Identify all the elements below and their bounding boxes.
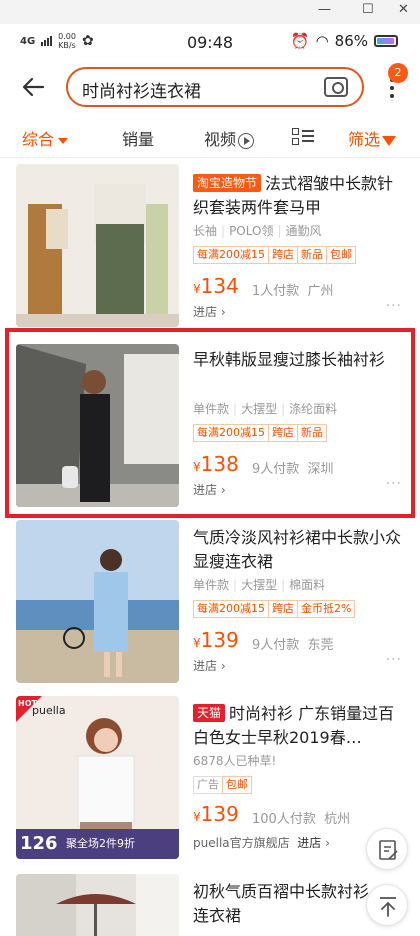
filter-sales[interactable]: 销量 <box>122 126 154 150</box>
band-promo: 聚全场2件9折 <box>66 837 135 850</box>
promo-tags: 广告 包邮 <box>193 776 252 794</box>
status-bar: 4G 0.00 KB/s ✿ 09:48 ⏰ ◠ 86% <box>0 24 420 60</box>
product-sales: 1人付款 广州 <box>252 284 334 299</box>
camera-icon[interactable] <box>324 77 348 97</box>
product-title[interactable]: 淘宝造物节 法式褶皱中长款针织套装两件套马甲 <box>193 172 405 220</box>
wifi-icon: ◠ <box>315 32 329 50</box>
filter-video[interactable]: 视频 <box>204 126 255 150</box>
play-icon <box>238 132 255 149</box>
enter-store-link[interactable]: 进店 › <box>193 481 226 498</box>
more-options-icon[interactable]: ··· <box>386 476 402 492</box>
notification-badge: 2 <box>388 63 408 83</box>
product-image[interactable] <box>16 520 179 683</box>
product-title[interactable]: 天猫 时尚衬衫 广东销量过百 白色女士早秋2019春… <box>193 702 405 750</box>
product-price: ¥134 <box>193 274 239 298</box>
promo-tags: 每满200减15 跨店 新品 <box>193 424 327 442</box>
product-title[interactable]: 初秋气质百褶中长款衬衫连衣裙 <box>193 880 373 928</box>
product-image[interactable]: HOT puella 126 聚全场2件9折 <box>16 696 179 859</box>
list-view-toggle-icon[interactable] <box>292 128 314 146</box>
brand-label: puella <box>32 704 66 717</box>
filter-comprehensive[interactable]: 综合 <box>22 126 69 150</box>
search-header: 时尚衬衫连衣裙 2 <box>0 60 420 116</box>
product-sales: 9人付款 东莞 <box>252 638 334 653</box>
product-card[interactable]: 早秋韩版显瘦过膝长袖衬衫 单件款 | 大摆型 | 涤纶面料 每满200减15 跨店 新品… <box>0 336 420 508</box>
product-image[interactable] <box>16 874 179 936</box>
product-price: ¥139 <box>193 802 239 826</box>
promo-tags: 每满200减15 跨店 金币抵2% <box>193 600 356 618</box>
search-query-text: 时尚衬衫连衣裙 <box>82 82 201 102</box>
product-attrs: 长袖 | POLO领 | 通勤风 <box>193 224 322 238</box>
enter-store-link[interactable]: 进店 › <box>193 303 226 320</box>
filter-button[interactable]: 筛选 <box>348 126 397 150</box>
back-arrow-icon[interactable] <box>18 72 48 102</box>
product-sales: 100人付款 杭州 <box>252 812 351 827</box>
product-title[interactable]: 气质冷淡风衬衫裙中长款小众显瘦连衣裙 <box>193 526 405 574</box>
product-card[interactable]: HOT puella 126 聚全场2件9折 天猫 时尚衬衫 广东销量过百 白色女… <box>0 692 420 864</box>
product-price: ¥139 <box>193 628 239 652</box>
product-sales: 9人付款 深圳 <box>252 462 334 477</box>
alarm-icon: ⏰ <box>290 32 310 50</box>
status-right: ⏰ ◠ 86% <box>291 32 398 50</box>
image-promo-band: 126 聚全场2件9折 <box>16 829 179 859</box>
battery-percent: 86% <box>334 32 368 50</box>
more-options-icon[interactable]: ··· <box>386 298 402 314</box>
product-attrs: 单件款 | 大摆型 | 棉面料 <box>193 578 326 592</box>
enter-store-link[interactable]: 进店 › <box>193 657 226 674</box>
promo-tags: 每满200减15 跨店 新品 包邮 <box>193 246 356 264</box>
battery-icon <box>374 35 398 47</box>
product-card[interactable]: 初秋气质百褶中长款衬衫连衣裙 <box>0 868 420 936</box>
wishlist-count: 6878人已种草! <box>193 754 277 768</box>
product-image[interactable] <box>16 344 179 507</box>
band-price: 126 <box>20 833 58 854</box>
maximize-button[interactable]: ☐ <box>362 2 374 17</box>
edit-icon[interactable] <box>366 828 408 870</box>
back-to-top-icon[interactable] <box>366 884 408 926</box>
minimize-button[interactable]: — <box>318 2 331 17</box>
product-attrs: 单件款 | 大摆型 | 涤纶面料 <box>193 402 338 416</box>
product-title[interactable]: 早秋韩版显瘦过膝长袖衬衫 <box>193 348 405 372</box>
chevron-down-icon <box>58 137 69 144</box>
product-image[interactable] <box>16 164 179 327</box>
store-name[interactable]: puella官方旗舰店 进店 › <box>193 834 330 851</box>
funnel-icon <box>382 135 397 146</box>
product-card[interactable]: 淘宝造物节 法式褶皱中长款针织套装两件套马甲 长袖 | POLO领 | 通勤风 每满200… <box>0 160 420 332</box>
close-window-button[interactable]: ✕ <box>398 2 409 17</box>
product-card[interactable]: 气质冷淡风衬衫裙中长款小众显瘦连衣裙 单件款 | 大摆型 | 棉面料 每满200减15 … <box>0 518 420 690</box>
shop-tag: 淘宝造物节 <box>193 174 262 192</box>
tmall-tag: 天猫 <box>193 704 226 722</box>
product-price: ¥138 <box>193 452 239 476</box>
filter-bar: 综合 销量 视频 筛选 <box>0 116 420 158</box>
more-options-icon[interactable]: ··· <box>386 652 402 668</box>
search-input[interactable]: 时尚衬衫连衣裙 <box>66 67 364 107</box>
window-title-bar: — ☐ ✕ <box>0 0 420 24</box>
